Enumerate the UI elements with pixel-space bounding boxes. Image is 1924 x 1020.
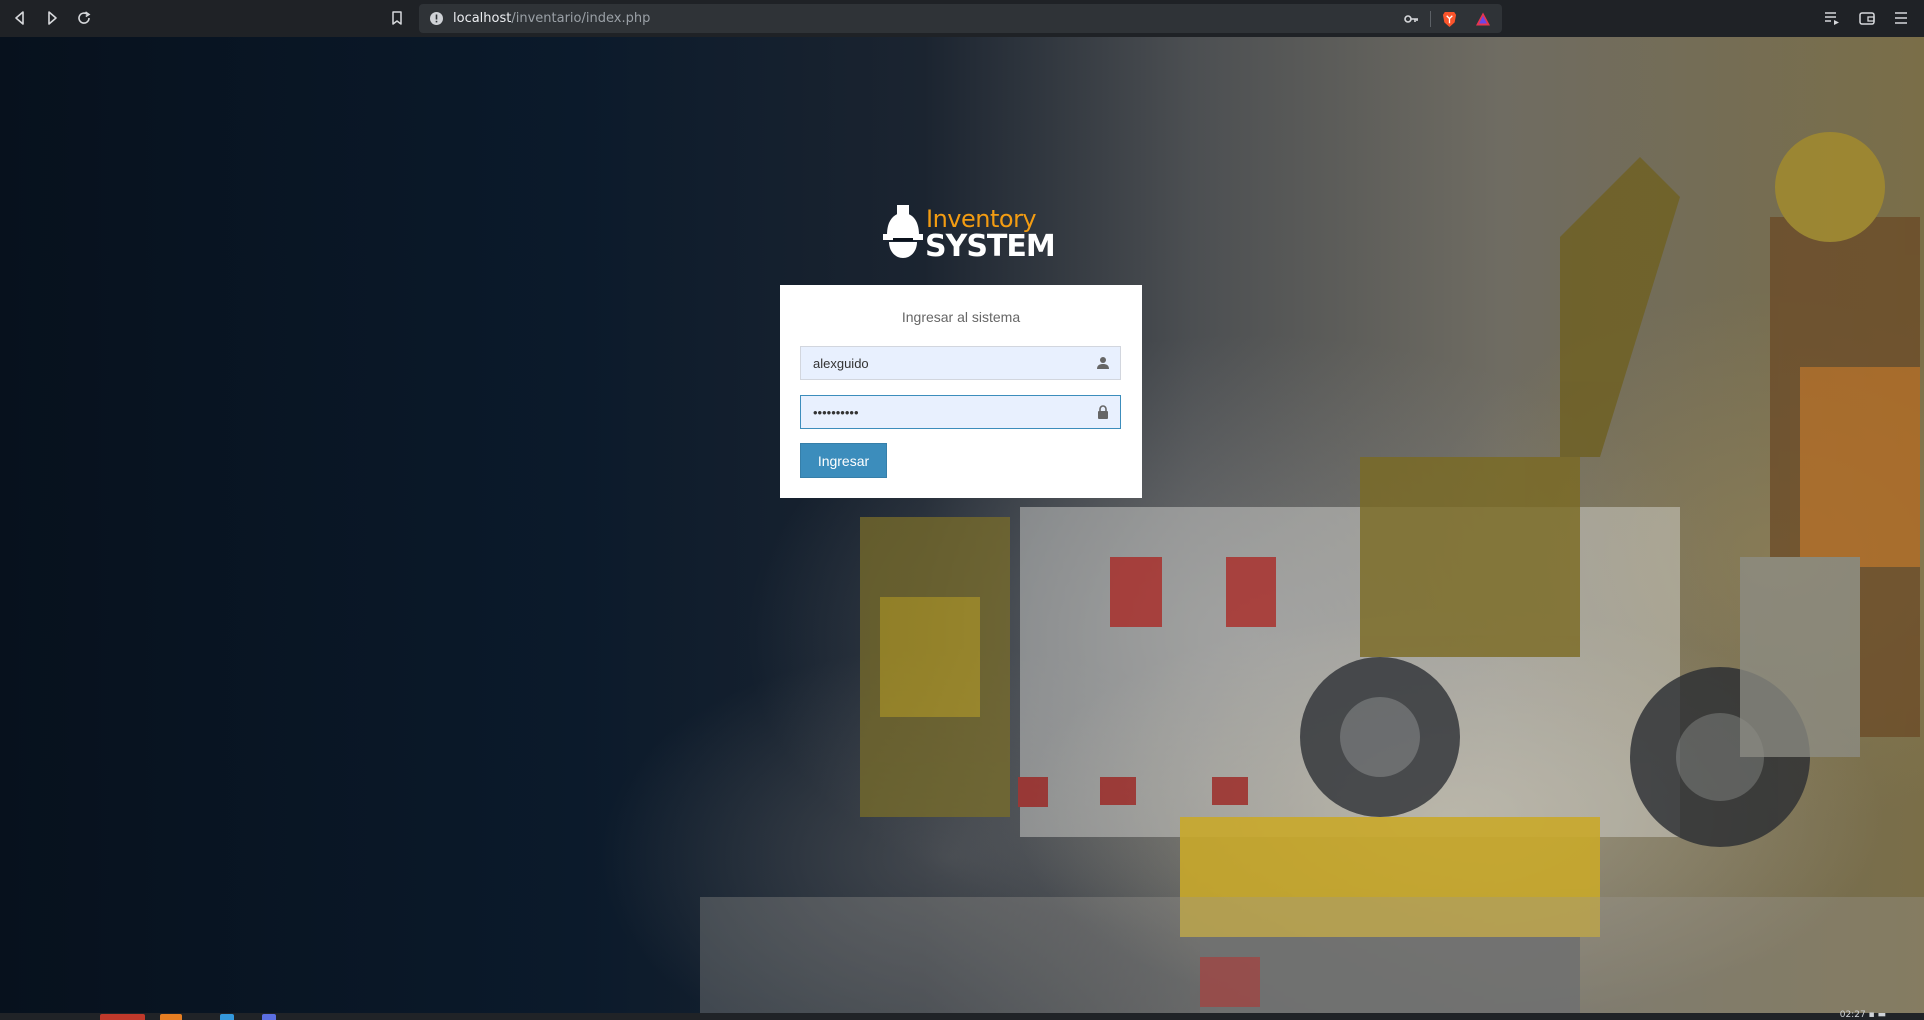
wallet-icon[interactable]: [1857, 8, 1877, 28]
user-icon: [1097, 357, 1109, 369]
bookmark-icon[interactable]: [385, 6, 409, 30]
taskbar-app-browser[interactable]: [100, 1014, 145, 1020]
menu-icon[interactable]: [1891, 8, 1911, 28]
playlist-icon[interactable]: [1822, 8, 1842, 28]
browser-toolbar: localhost/inventario/index.php: [0, 0, 1924, 37]
password-input[interactable]: [801, 396, 1120, 428]
taskbar-clock: 02:27 ▪ ▬: [1839, 1010, 1886, 1020]
reload-icon[interactable]: [72, 6, 96, 30]
logo-text-system: SYSTEM: [925, 229, 1056, 264]
site-info-icon[interactable]: [429, 11, 444, 26]
background-photo: [0, 37, 1924, 1013]
login-title: Ingresar al sistema: [901, 309, 1021, 325]
forward-icon[interactable]: [40, 6, 64, 30]
os-taskbar: 02:27 ▪ ▬: [0, 1010, 1924, 1020]
username-input[interactable]: [801, 347, 1120, 379]
password-field[interactable]: [800, 395, 1121, 429]
taskbar-app-files[interactable]: [160, 1014, 182, 1020]
username-field[interactable]: [800, 346, 1121, 380]
login-submit-button[interactable]: Ingresar: [800, 443, 887, 478]
url-host: localhost: [453, 11, 512, 26]
login-panel: Ingresar al sistema Ingresar: [780, 285, 1142, 498]
url-text[interactable]: localhost/inventario/index.php: [453, 11, 650, 26]
back-icon[interactable]: [8, 6, 32, 30]
address-bar-divider: [1430, 11, 1431, 27]
url-path: /inventario/index.php: [511, 11, 651, 26]
brave-rewards-icon[interactable]: [1474, 10, 1492, 28]
taskbar-app-editor[interactable]: [220, 1014, 234, 1020]
hardhat-icon: [883, 205, 923, 258]
address-bar[interactable]: localhost/inventario/index.php: [419, 4, 1502, 33]
construction-scene-illustration: [700, 132, 1924, 1013]
inventory-system-logo: Inventory SYSTEM: [883, 205, 1056, 264]
lock-icon: [1098, 405, 1108, 419]
key-icon[interactable]: [1402, 10, 1420, 28]
taskbar-app-other[interactable]: [262, 1014, 276, 1020]
brave-shield-icon[interactable]: [1440, 10, 1458, 28]
